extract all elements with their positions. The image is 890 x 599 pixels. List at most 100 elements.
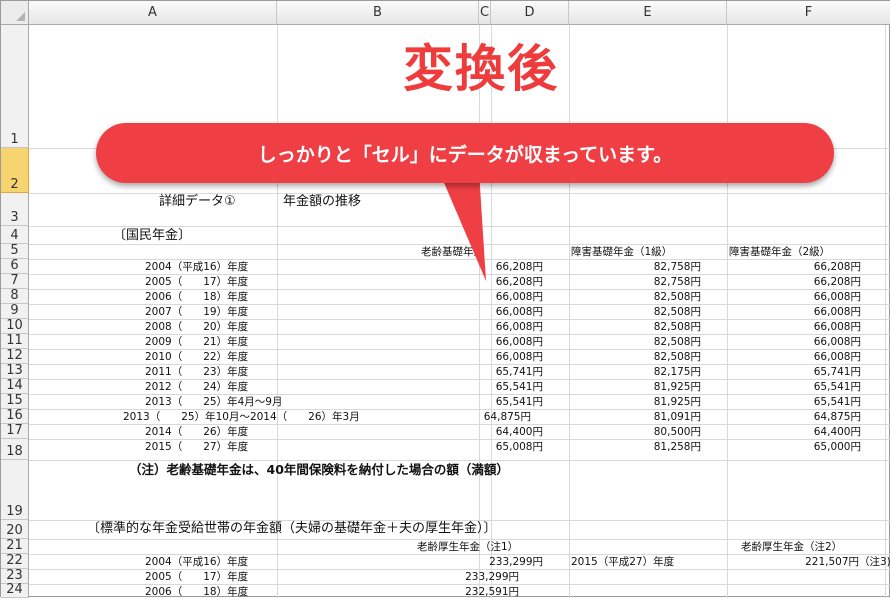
disability-1-cell[interactable]: 81,091円 [601,410,701,424]
old-age-basic-cell[interactable]: 64,875円 [441,410,531,424]
row-header-10[interactable]: 10 [1,319,29,334]
row-header-1[interactable]: 1 [1,25,29,148]
row-header-2[interactable]: 2 [1,148,29,193]
r22-amount[interactable]: 233,299円 [441,555,543,569]
year-cell[interactable]: 2006（ 18）年度 [145,290,248,304]
disability-2-cell[interactable]: 66,008円 [761,335,861,349]
column-header-e[interactable]: E [569,1,727,25]
spreadsheet: A B C D E F 1 2 3 4 5 6 7 8 9 10 11 12 1… [0,0,890,598]
year-cell[interactable]: 2011（ 23）年度 [145,365,248,379]
disability-2-cell[interactable]: 65,541円 [761,395,861,409]
detail-data-label[interactable]: 詳細データ① [159,195,236,209]
disability-1-cell[interactable]: 82,508円 [601,335,701,349]
disability-2-cell[interactable]: 65,741円 [761,365,861,379]
year-cell[interactable]: 2013（ 25）年10月～2014（ 26）年3月 [123,410,360,424]
year-cell[interactable]: 2007（ 19）年度 [145,305,248,319]
year-cell[interactable]: 2005（ 17）年度 [145,275,248,289]
disability-2-cell[interactable]: 66,008円 [761,320,861,334]
select-all-corner[interactable] [1,1,29,25]
pension-trend-label[interactable]: 年金額の推移 [283,195,361,209]
old-age-basic-cell[interactable]: 66,008円 [463,350,543,364]
header-disability-1[interactable]: 障害基礎年金（1級） [571,245,672,259]
row-header-17[interactable]: 17 [1,424,29,439]
disability-1-cell[interactable]: 81,925円 [601,380,701,394]
disability-1-cell[interactable]: 82,508円 [601,350,701,364]
disability-2-cell[interactable]: 66,208円 [761,260,861,274]
disability-1-cell[interactable]: 82,758円 [601,275,701,289]
disability-1-cell[interactable]: 82,175円 [601,365,701,379]
old-age-basic-cell[interactable]: 64,400円 [463,425,543,439]
year-cell[interactable]: 2014（ 26）年度 [145,425,248,439]
row-header-24[interactable]: 24 [1,583,29,598]
row-header-11[interactable]: 11 [1,334,29,349]
old-age-basic-cell[interactable]: 66,008円 [463,305,543,319]
old-age-basic-cell[interactable]: 66,008円 [463,335,543,349]
row-header-13[interactable]: 13 [1,364,29,379]
r22-note3[interactable]: （注3) [859,555,890,569]
disability-1-cell[interactable]: 82,508円 [601,290,701,304]
old-age-basic-cell[interactable]: 65,541円 [463,380,543,394]
row-header-16[interactable]: 16 [1,409,29,424]
year-cell[interactable]: 2013（ 25）年4月～9月 [145,395,282,409]
row-header-20[interactable]: 20 [1,520,29,539]
disability-2-cell[interactable]: 65,541円 [761,380,861,394]
column-header-a[interactable]: A [29,1,277,25]
year-cell[interactable]: 2009（ 21）年度 [145,335,248,349]
row-header-12[interactable]: 12 [1,349,29,364]
row-header-9[interactable]: 9 [1,304,29,319]
callout-bubble: しっかりと「セル」にデータが収まっています。 [96,123,834,183]
row-header-15[interactable]: 15 [1,394,29,409]
disability-1-cell[interactable]: 82,758円 [601,260,701,274]
callout-pointer [439,171,486,281]
header-old-age-employee-2[interactable]: 老齢厚生年金（注2） [741,540,842,554]
row-header-18[interactable]: 18 [1,439,29,460]
row-header-5[interactable]: 5 [1,244,29,259]
year-cell[interactable]: 2015（ 27）年度 [145,440,248,454]
old-age-basic-cell[interactable]: 65,741円 [463,365,543,379]
old-age-basic-cell[interactable]: 65,541円 [463,395,543,409]
callout-text: しっかりと「セル」にデータが収まっています。 [257,143,673,166]
column-header-d[interactable]: D [491,1,569,25]
row-header-21[interactable]: 21 [1,539,29,554]
standard-household-label[interactable]: 〔標準的な年金受給世帯の年金額（夫婦の基礎年金＋夫の厚生年金）〕 [87,522,497,536]
r22-amount-2[interactable]: 221,507円 [741,555,859,569]
national-pension-label[interactable]: 〔国民年金〕 [113,229,191,243]
old-age-basic-cell[interactable]: 65,008円 [463,440,543,454]
r22-year[interactable]: 2004（平成16）年度 [145,555,248,569]
row-header-6[interactable]: 6 [1,259,29,274]
note-old-age-basic[interactable]: （注）老齢基礎年金は、40年間保険料を納付した場合の額（満額） [129,463,509,477]
disability-1-cell[interactable]: 80,500円 [601,425,701,439]
disability-2-cell[interactable]: 65,000円 [761,440,861,454]
row-header-4[interactable]: 4 [1,226,29,244]
row-header-8[interactable]: 8 [1,289,29,304]
row-header-14[interactable]: 14 [1,379,29,394]
old-age-basic-cell[interactable]: 66,008円 [463,320,543,334]
disability-1-cell[interactable]: 81,925円 [601,395,701,409]
row-header-19[interactable]: 19 [1,460,29,520]
disability-2-cell[interactable]: 64,875円 [761,410,861,424]
disability-2-cell[interactable]: 66,008円 [761,305,861,319]
disability-1-cell[interactable]: 82,508円 [601,320,701,334]
header-old-age-employee-1[interactable]: 老齢厚生年金（注1） [417,540,518,554]
year-cell[interactable]: 2010（ 22）年度 [145,350,248,364]
row-header-7[interactable]: 7 [1,274,29,289]
old-age-basic-cell[interactable]: 66,008円 [463,290,543,304]
disability-1-cell[interactable]: 81,258円 [601,440,701,454]
row-header-3[interactable]: 3 [1,193,29,226]
disability-2-cell[interactable]: 66,008円 [761,350,861,364]
r23-year[interactable]: 2005（ 17）年度 [145,570,248,584]
disability-2-cell[interactable]: 64,400円 [761,425,861,439]
column-header-f[interactable]: F [727,1,890,25]
header-disability-2[interactable]: 障害基礎年金（2級） [729,245,830,259]
year-cell[interactable]: 2008（ 20）年度 [145,320,248,334]
column-header-c[interactable]: C [479,1,491,25]
year-cell[interactable]: 2004（平成16）年度 [145,260,248,274]
r22-year-2015[interactable]: 2015（平成27）年度 [571,555,674,569]
disability-1-cell[interactable]: 82,508円 [601,305,701,319]
year-cell[interactable]: 2012（ 24）年度 [145,380,248,394]
r23-amount[interactable]: 233,299円 [419,570,519,584]
row-header-22[interactable]: 22 [1,554,29,569]
disability-2-cell[interactable]: 66,208円 [761,275,861,289]
column-header-b[interactable]: B [277,1,479,25]
disability-2-cell[interactable]: 66,008円 [761,290,861,304]
